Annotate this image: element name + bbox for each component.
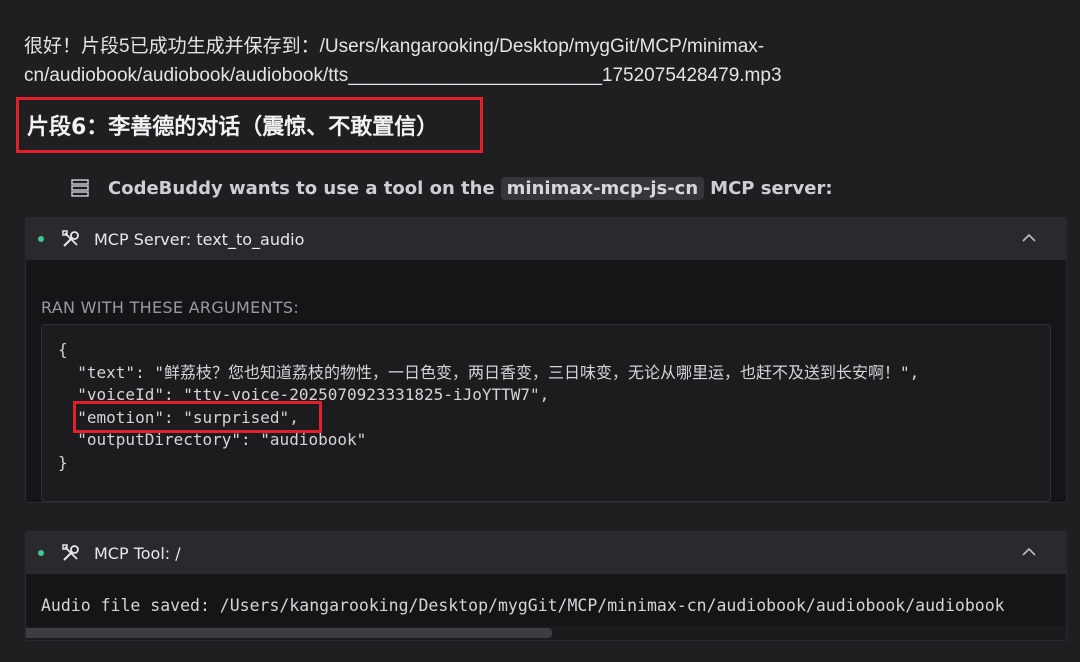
code-line-text: "text": "鲜荔枝？您也知道荔枝的物性，一日色变，两日香变，三日味变，无论… <box>58 362 920 382</box>
tool-panel-title: MCP Tool: / <box>94 543 181 563</box>
chevron-up-icon[interactable] <box>1020 543 1038 561</box>
message-line-1: 很好！片段5已成功生成并保存到：/Users/kangarooking/Desk… <box>24 36 765 57</box>
message-line-2: cn/audiobook/audiobook/audiobook/tts____… <box>24 65 782 86</box>
arguments-label: RAN WITH THESE ARGUMENTS: <box>41 298 300 317</box>
server-name-chip: minimax-mcp-js-cn <box>500 176 705 200</box>
emotion-highlight-box <box>73 401 322 433</box>
chevron-up-icon[interactable] <box>1020 229 1038 247</box>
assistant-message: 很好！片段5已成功生成并保存到：/Users/kangarooking/Desk… <box>24 32 1064 90</box>
server-icon <box>71 179 89 197</box>
tool-request-prefix: CodeBuddy wants to use a tool on the <box>108 177 495 199</box>
tool-request-notice: CodeBuddy wants to use a tool on the min… <box>70 172 833 204</box>
mcp-tool-panel: MCP Tool: / Audio file saved: /Users/kan… <box>25 531 1067 641</box>
tool-panel-header[interactable]: MCP Tool: / <box>26 532 1066 574</box>
horizontal-scrollbar[interactable] <box>26 626 1066 640</box>
scrollbar-thumb[interactable] <box>26 628 552 638</box>
server-panel-title: MCP Server: text_to_audio <box>94 229 305 249</box>
status-dot <box>38 550 44 556</box>
tools-icon <box>62 544 79 561</box>
mcp-server-panel: MCP Server: text_to_audio RAN WITH THESE… <box>25 217 1067 503</box>
code-line-open: { <box>58 340 68 359</box>
tool-output: Audio file saved: /Users/kangarooking/De… <box>41 596 1005 615</box>
segment-heading: 片段6：李善德的对话（震惊、不敢置信） <box>16 97 483 153</box>
server-panel-header[interactable]: MCP Server: text_to_audio <box>26 218 1066 260</box>
tools-icon <box>62 230 79 247</box>
status-dot <box>38 236 44 242</box>
tool-request-suffix: MCP server: <box>710 177 833 199</box>
code-line-close: } <box>58 452 68 472</box>
